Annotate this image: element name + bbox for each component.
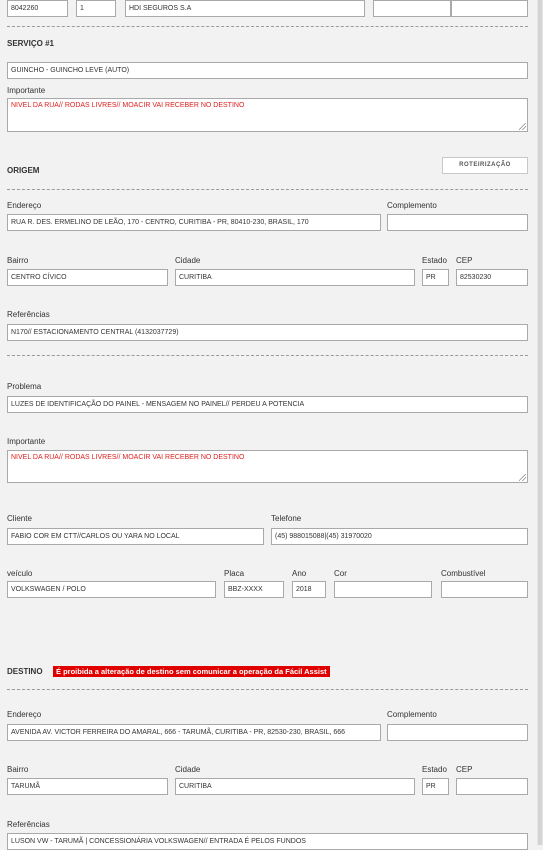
origin-city-label: Cidade [175, 256, 201, 265]
year-field[interactable]: 2018 [292, 581, 326, 598]
fuel-field[interactable] [441, 581, 528, 598]
client-label: Cliente [7, 514, 32, 523]
destination-address-label: Endereço [7, 710, 42, 719]
top-extra-field-1[interactable] [373, 0, 451, 17]
service-importante-text: NIVEL DA RUA// RODAS LIVRES// MOACIR VAI… [11, 102, 245, 109]
origin-address-field[interactable]: RUA R. DES. ERMELINO DE LEÃO, 170 - CENT… [7, 214, 381, 231]
service-type-field[interactable]: GUINCHO - GUINCHO LEVE (AUTO) [7, 62, 528, 79]
destination-references-label: Referências [7, 820, 50, 829]
page-scrollbar[interactable] [537, 0, 543, 845]
origin-heading: ORIGEM [7, 166, 40, 175]
destination-district-label: Bairro [7, 765, 29, 774]
origin-cep-field[interactable]: 82530230 [456, 269, 528, 286]
plate-label: Placa [224, 569, 245, 578]
top-extra-field-2[interactable] [451, 0, 528, 17]
destination-city-field[interactable]: CURITIBA [175, 778, 415, 795]
service-importante-textarea[interactable]: NIVEL DA RUA// RODAS LIVRES// MOACIR VAI… [7, 98, 528, 132]
origin-complement-field[interactable] [387, 214, 528, 231]
service-heading: SERVIÇO #1 [7, 39, 54, 48]
scrollbar-thumb[interactable] [538, 0, 542, 845]
origin-state-label: Estado [422, 256, 447, 265]
origin-city-field[interactable]: CURITIBA [175, 269, 415, 286]
divider [7, 355, 528, 356]
vehicle-field[interactable]: VOLKSWAGEN / POLO [7, 581, 216, 598]
divider [7, 26, 528, 27]
destination-complement-label: Complemento [387, 710, 437, 719]
destination-references-field[interactable]: LUSON VW - TARUMÃ | CONCESSIONÁRIA VOLKS… [7, 833, 528, 850]
routing-button[interactable]: ROTEIRIZAÇÃO [442, 157, 528, 174]
year-label: Ano [292, 569, 307, 578]
origin-cep-label: CEP [456, 256, 473, 265]
color-label: Cor [334, 569, 347, 578]
divider [7, 189, 528, 190]
origin-address-label: Endereço [7, 201, 42, 210]
resize-handle-icon[interactable] [519, 474, 526, 481]
problem-importante-text: NIVEL DA RUA// RODAS LIVRES// MOACIR VAI… [11, 454, 245, 461]
origin-state-field[interactable]: PR [422, 269, 449, 286]
destination-city-label: Cidade [175, 765, 201, 774]
destination-address-field[interactable]: AVENIDA AV. VICTOR FERREIRA DO AMARAL, 6… [7, 724, 381, 741]
sequence-field[interactable]: 1 [76, 0, 116, 17]
problem-importante-textarea[interactable]: NIVEL DA RUA// RODAS LIVRES// MOACIR VAI… [7, 450, 528, 483]
destination-warning-badge: É proibida a alteração de destino sem co… [53, 666, 330, 677]
vehicle-label: veículo [7, 569, 33, 578]
origin-district-field[interactable]: CENTRO CÍVICO [7, 269, 168, 286]
destination-state-field[interactable]: PR [422, 778, 449, 795]
fuel-label: Combustível [441, 569, 486, 578]
destination-cep-field[interactable] [456, 778, 528, 795]
resize-handle-icon[interactable] [519, 123, 526, 130]
problem-importante-label: Importante [7, 437, 46, 446]
client-field[interactable]: FABIO COR EM CTT//CARLOS OU YARA NO LOCA… [7, 528, 264, 545]
origin-district-label: Bairro [7, 256, 29, 265]
color-field[interactable] [334, 581, 432, 598]
destination-heading: DESTINO [7, 667, 43, 676]
problem-field[interactable]: LUZES DE IDENTIFICAÇÃO DO PAINEL - MENSA… [7, 396, 528, 413]
phone-label: Telefone [271, 514, 302, 523]
protocol-field[interactable]: 8042260 [7, 0, 68, 17]
insurer-field[interactable]: HDI SEGUROS S.A [125, 0, 365, 17]
destination-district-field[interactable]: TARUMÃ [7, 778, 168, 795]
origin-complement-label: Complemento [387, 201, 437, 210]
origin-references-label: Referências [7, 310, 50, 319]
plate-field[interactable]: BBZ-XXXX [224, 581, 284, 598]
origin-references-field[interactable]: N170// ESTACIONAMENTO CENTRAL (413203772… [7, 324, 528, 341]
phone-field[interactable]: (45) 988015088|(45) 31970020 [271, 528, 528, 545]
destination-cep-label: CEP [456, 765, 473, 774]
destination-state-label: Estado [422, 765, 447, 774]
divider [7, 689, 528, 690]
service-importante-label: Importante [7, 86, 46, 95]
problem-label: Problema [7, 382, 42, 391]
destination-complement-field[interactable] [387, 724, 528, 741]
